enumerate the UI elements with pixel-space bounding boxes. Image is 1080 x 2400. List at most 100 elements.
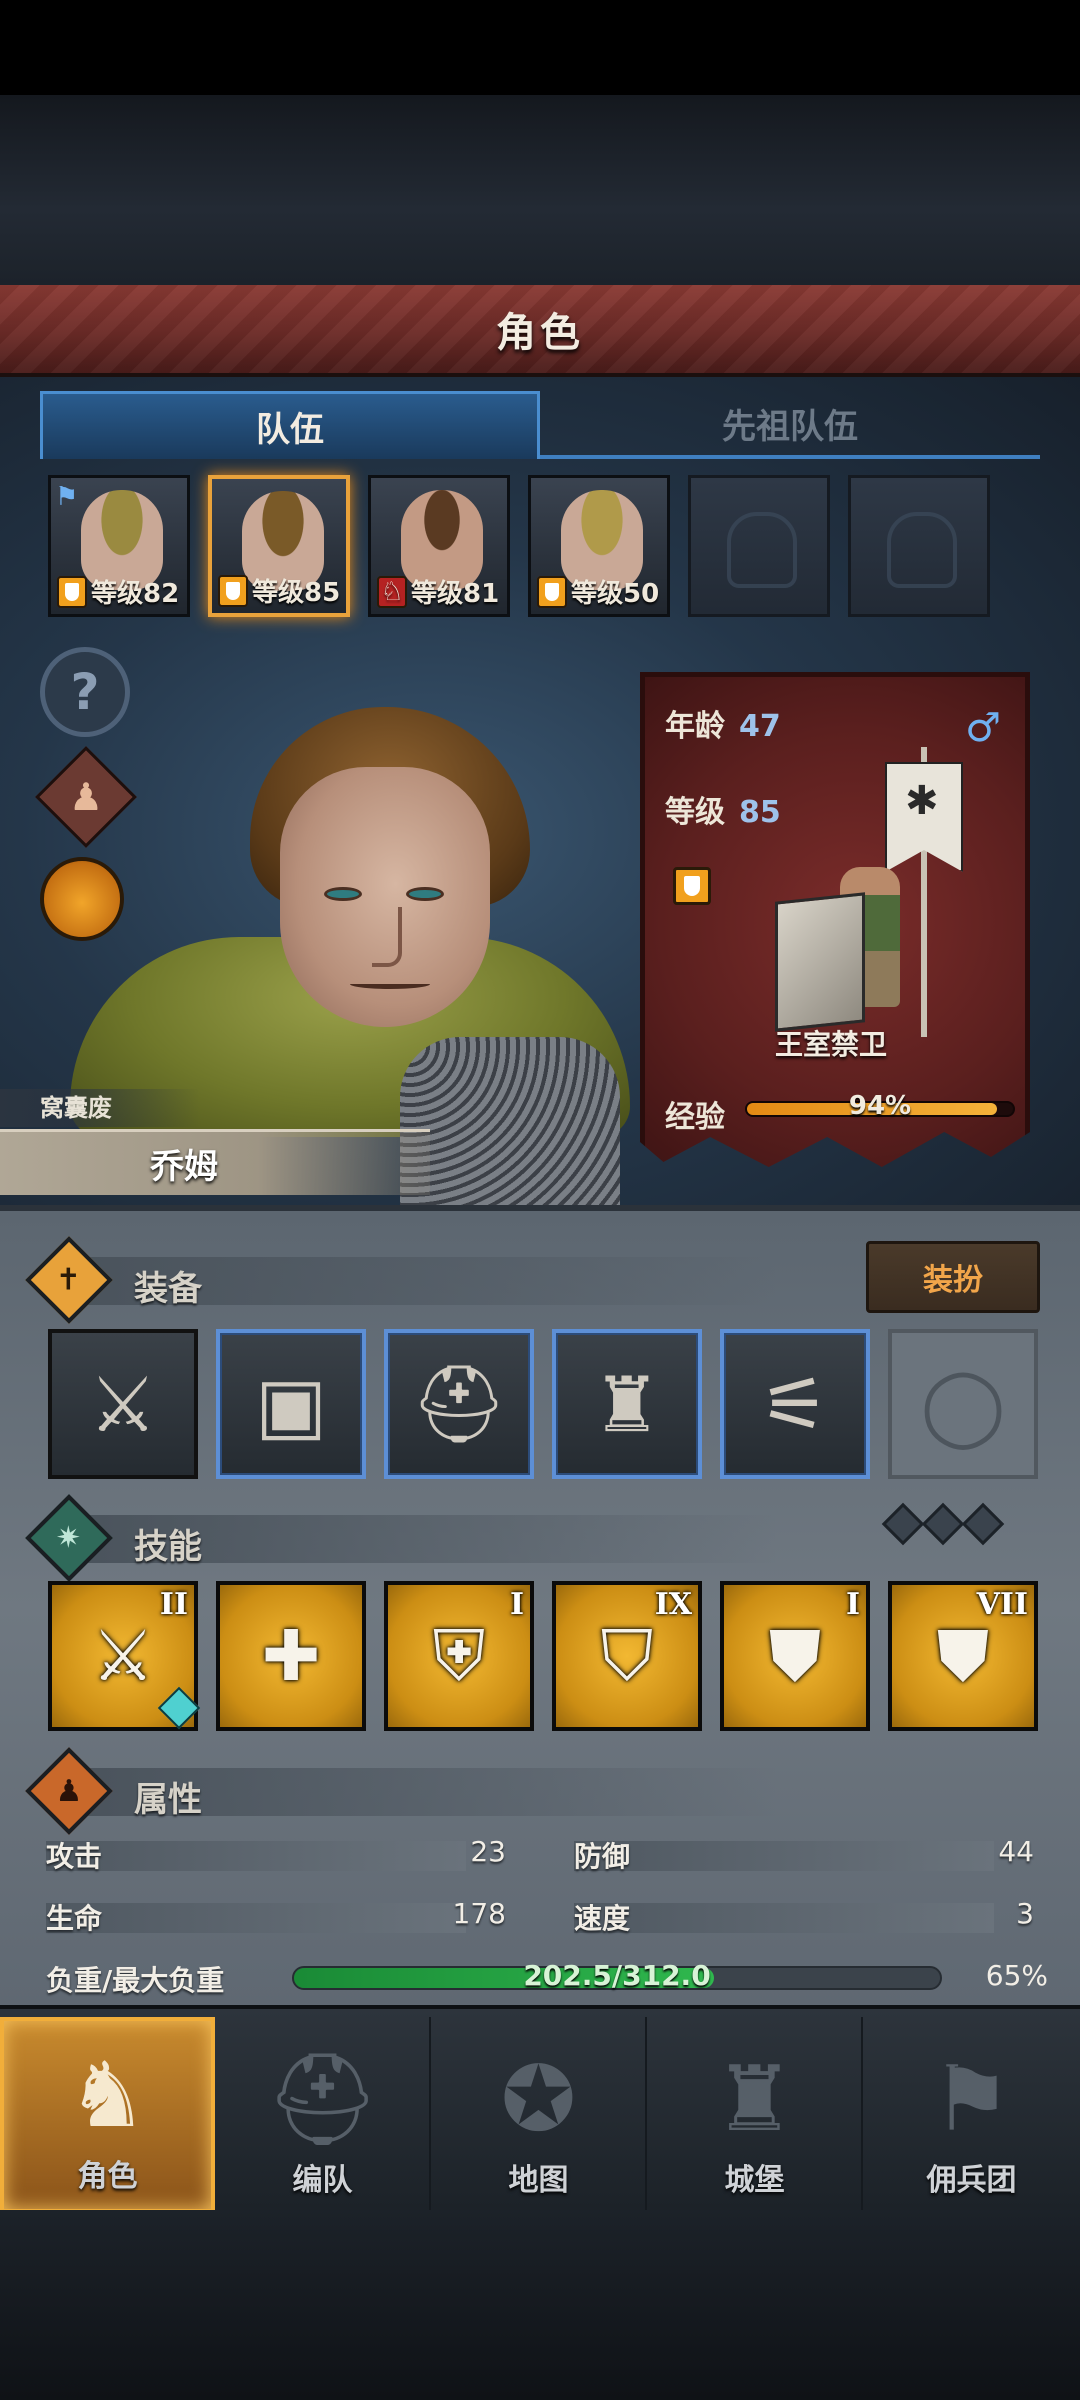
- skill-slot[interactable]: ⛊ VII: [888, 1581, 1038, 1731]
- cross-icon: ✝: [25, 1236, 113, 1324]
- shield-bash-skill-icon: ⛨: [432, 1614, 486, 1697]
- equip-slot-armor[interactable]: ♜: [552, 1329, 702, 1479]
- skill-rank: I: [509, 1587, 524, 1622]
- skill-point-pip: [961, 1502, 1005, 1546]
- skill-rank: I: [845, 1587, 860, 1622]
- chainmail: [400, 1037, 620, 1205]
- heal-skill-icon: ✚: [261, 1615, 321, 1697]
- skill-rank: IX: [654, 1587, 692, 1622]
- roster-slot[interactable]: ⚑ 等级82: [48, 475, 190, 617]
- stat-life: 生命 178: [46, 1897, 506, 1935]
- helmet-icon: ⛑: [265, 2047, 380, 2152]
- tab-ancestor-team[interactable]: 先祖队伍: [540, 391, 1040, 459]
- equip-slot-helmet[interactable]: ⛑: [384, 1329, 534, 1479]
- helmet-icon: ⛑: [410, 1359, 508, 1448]
- page-title: 角色: [496, 310, 584, 356]
- flag-icon: ⚑: [55, 482, 79, 512]
- level-value: 85: [739, 795, 781, 830]
- shield-icon: [218, 574, 248, 607]
- age-value: 47: [739, 709, 781, 744]
- equip-slot-ring[interactable]: ◯: [888, 1329, 1038, 1479]
- banner-weapon-icon: ⚔: [88, 1359, 158, 1449]
- skill-rank: II: [159, 1587, 188, 1622]
- roster-slot-selected[interactable]: 等级85: [208, 475, 350, 617]
- character-title: 窝囊废: [0, 1089, 200, 1127]
- load-percent: 65%: [985, 1959, 1048, 1992]
- skill-slot[interactable]: ⛉ IX: [552, 1581, 702, 1731]
- attributes-label: 属性: [134, 1780, 202, 1820]
- skill-point-pip: [881, 1502, 925, 1546]
- skill-slot[interactable]: ⚔ II: [48, 1581, 201, 1731]
- equipment-label: 装备: [134, 1269, 202, 1309]
- roster-slot[interactable]: 等级50: [528, 475, 670, 617]
- level-label: 等级82: [91, 579, 180, 609]
- compass-icon: ✪: [500, 2047, 577, 2152]
- bottom-nav: ♞ 角色 ⛑ 编队 ✪ 地图 ♜ 城堡 ⚑ 佣兵团: [0, 2005, 1080, 2213]
- guard-shield: [775, 892, 865, 1032]
- details-panel: ✝ 装备 装扮 ⚔ ▣ ⛑ ♜ ⚟ ◯ ✷ 技能 ⚔ II ✚ ⛨ I ⛉ IX…: [0, 1205, 1080, 2005]
- bottom-background: [0, 2210, 1080, 2400]
- roster-slot-empty[interactable]: [688, 475, 830, 617]
- skills-header: ✷ 技能: [25, 1494, 1038, 1582]
- helmet-placeholder-icon: [887, 512, 957, 588]
- armor-icon: ♜: [592, 1359, 662, 1449]
- castle-icon: ♜: [714, 2047, 795, 2152]
- equip-slot-shield[interactable]: ▣: [216, 1329, 366, 1479]
- exp-text: 94%: [848, 1091, 912, 1121]
- stat-attack: 攻击 23: [46, 1835, 506, 1873]
- status-bar-area: [0, 0, 1080, 95]
- dress-up-button[interactable]: 装扮: [866, 1241, 1040, 1313]
- skills-label: 技能: [134, 1527, 202, 1567]
- horse-icon: ♘: [377, 575, 407, 608]
- shield-icon: [537, 575, 567, 608]
- page-title-banner: 角色: [0, 285, 1080, 377]
- tab-team[interactable]: 队伍: [40, 391, 540, 459]
- stone-background: [0, 95, 1080, 285]
- nav-map[interactable]: ✪ 地图: [432, 2017, 647, 2213]
- knight-icon: ♞: [67, 2043, 148, 2148]
- shield-icon: ▣: [255, 1359, 327, 1449]
- greaves-icon: ⚟: [760, 1359, 830, 1449]
- skill-slot[interactable]: ⛨ I: [384, 1581, 534, 1731]
- nav-castle[interactable]: ♜ 城堡: [648, 2017, 863, 2213]
- roster-slot[interactable]: ♘ 等级81: [368, 475, 510, 617]
- tab-bar: 队伍 先祖队伍: [40, 391, 1040, 461]
- male-icon: ♂: [965, 705, 1001, 751]
- info-banner: 年龄47 ♂ 等级85 王室禁卫 经验 94%: [640, 672, 1030, 1167]
- exp-label: 经验: [665, 1100, 725, 1135]
- skills-row: ⚔ II ✚ ⛨ I ⛉ IX ⛊ I ⛊ VII: [48, 1581, 1038, 1733]
- level-label: 等级85: [252, 578, 341, 608]
- skill-rank: VII: [976, 1587, 1028, 1622]
- equip-slot-weapon[interactable]: ⚔: [48, 1329, 198, 1479]
- roster: ⚑ 等级82 等级85 ♘ 等级81 等级50: [48, 475, 1038, 617]
- mercenary-banner-icon: ⚑: [931, 2047, 1012, 2152]
- equipment-row: ⚔ ▣ ⛑ ♜ ⚟ ◯: [48, 1329, 1038, 1481]
- star-icon: ✷: [25, 1494, 113, 1582]
- level-row: 等级 85: [665, 795, 781, 830]
- character-name: 乔姆: [150, 1147, 218, 1187]
- shield-icon: [57, 575, 87, 608]
- nav-mercenaries[interactable]: ⚑ 佣兵团: [864, 2017, 1079, 2213]
- ring-icon: ◯: [920, 1359, 1006, 1449]
- shield-icon: [673, 867, 711, 905]
- name-plate[interactable]: 乔姆: [0, 1129, 430, 1195]
- stat-speed: 速度 3: [574, 1897, 1034, 1935]
- nav-character[interactable]: ♞ 角色: [0, 2017, 215, 2213]
- level-label: 等级81: [411, 579, 500, 609]
- person-icon: ♟: [25, 1747, 113, 1835]
- nav-formation[interactable]: ⛑ 编队: [216, 2017, 431, 2213]
- skill-slot[interactable]: ⛊ I: [720, 1581, 870, 1731]
- age-row: 年龄 47: [665, 709, 781, 744]
- helmet-placeholder-icon: [727, 512, 797, 588]
- skill-points: [881, 1502, 1005, 1546]
- skill-point-pip: [921, 1502, 965, 1546]
- level-label: 等级50: [571, 579, 660, 609]
- equip-slot-boots[interactable]: ⚟: [720, 1329, 870, 1479]
- roster-slot-empty[interactable]: [848, 475, 990, 617]
- character-view: 队伍 先祖队伍 ⚑ 等级82 等级85 ♘ 等级81 等级50 ? ♟ 窝囊废 …: [0, 377, 1080, 1205]
- attributes-header: ♟ 属性: [25, 1747, 1038, 1835]
- stat-defense: 防御 44: [574, 1835, 1034, 1873]
- skill-slot[interactable]: ✚: [216, 1581, 366, 1731]
- load-text: 202.5/312.0: [523, 1959, 711, 1992]
- block-skill-icon: ⛊: [768, 1614, 822, 1697]
